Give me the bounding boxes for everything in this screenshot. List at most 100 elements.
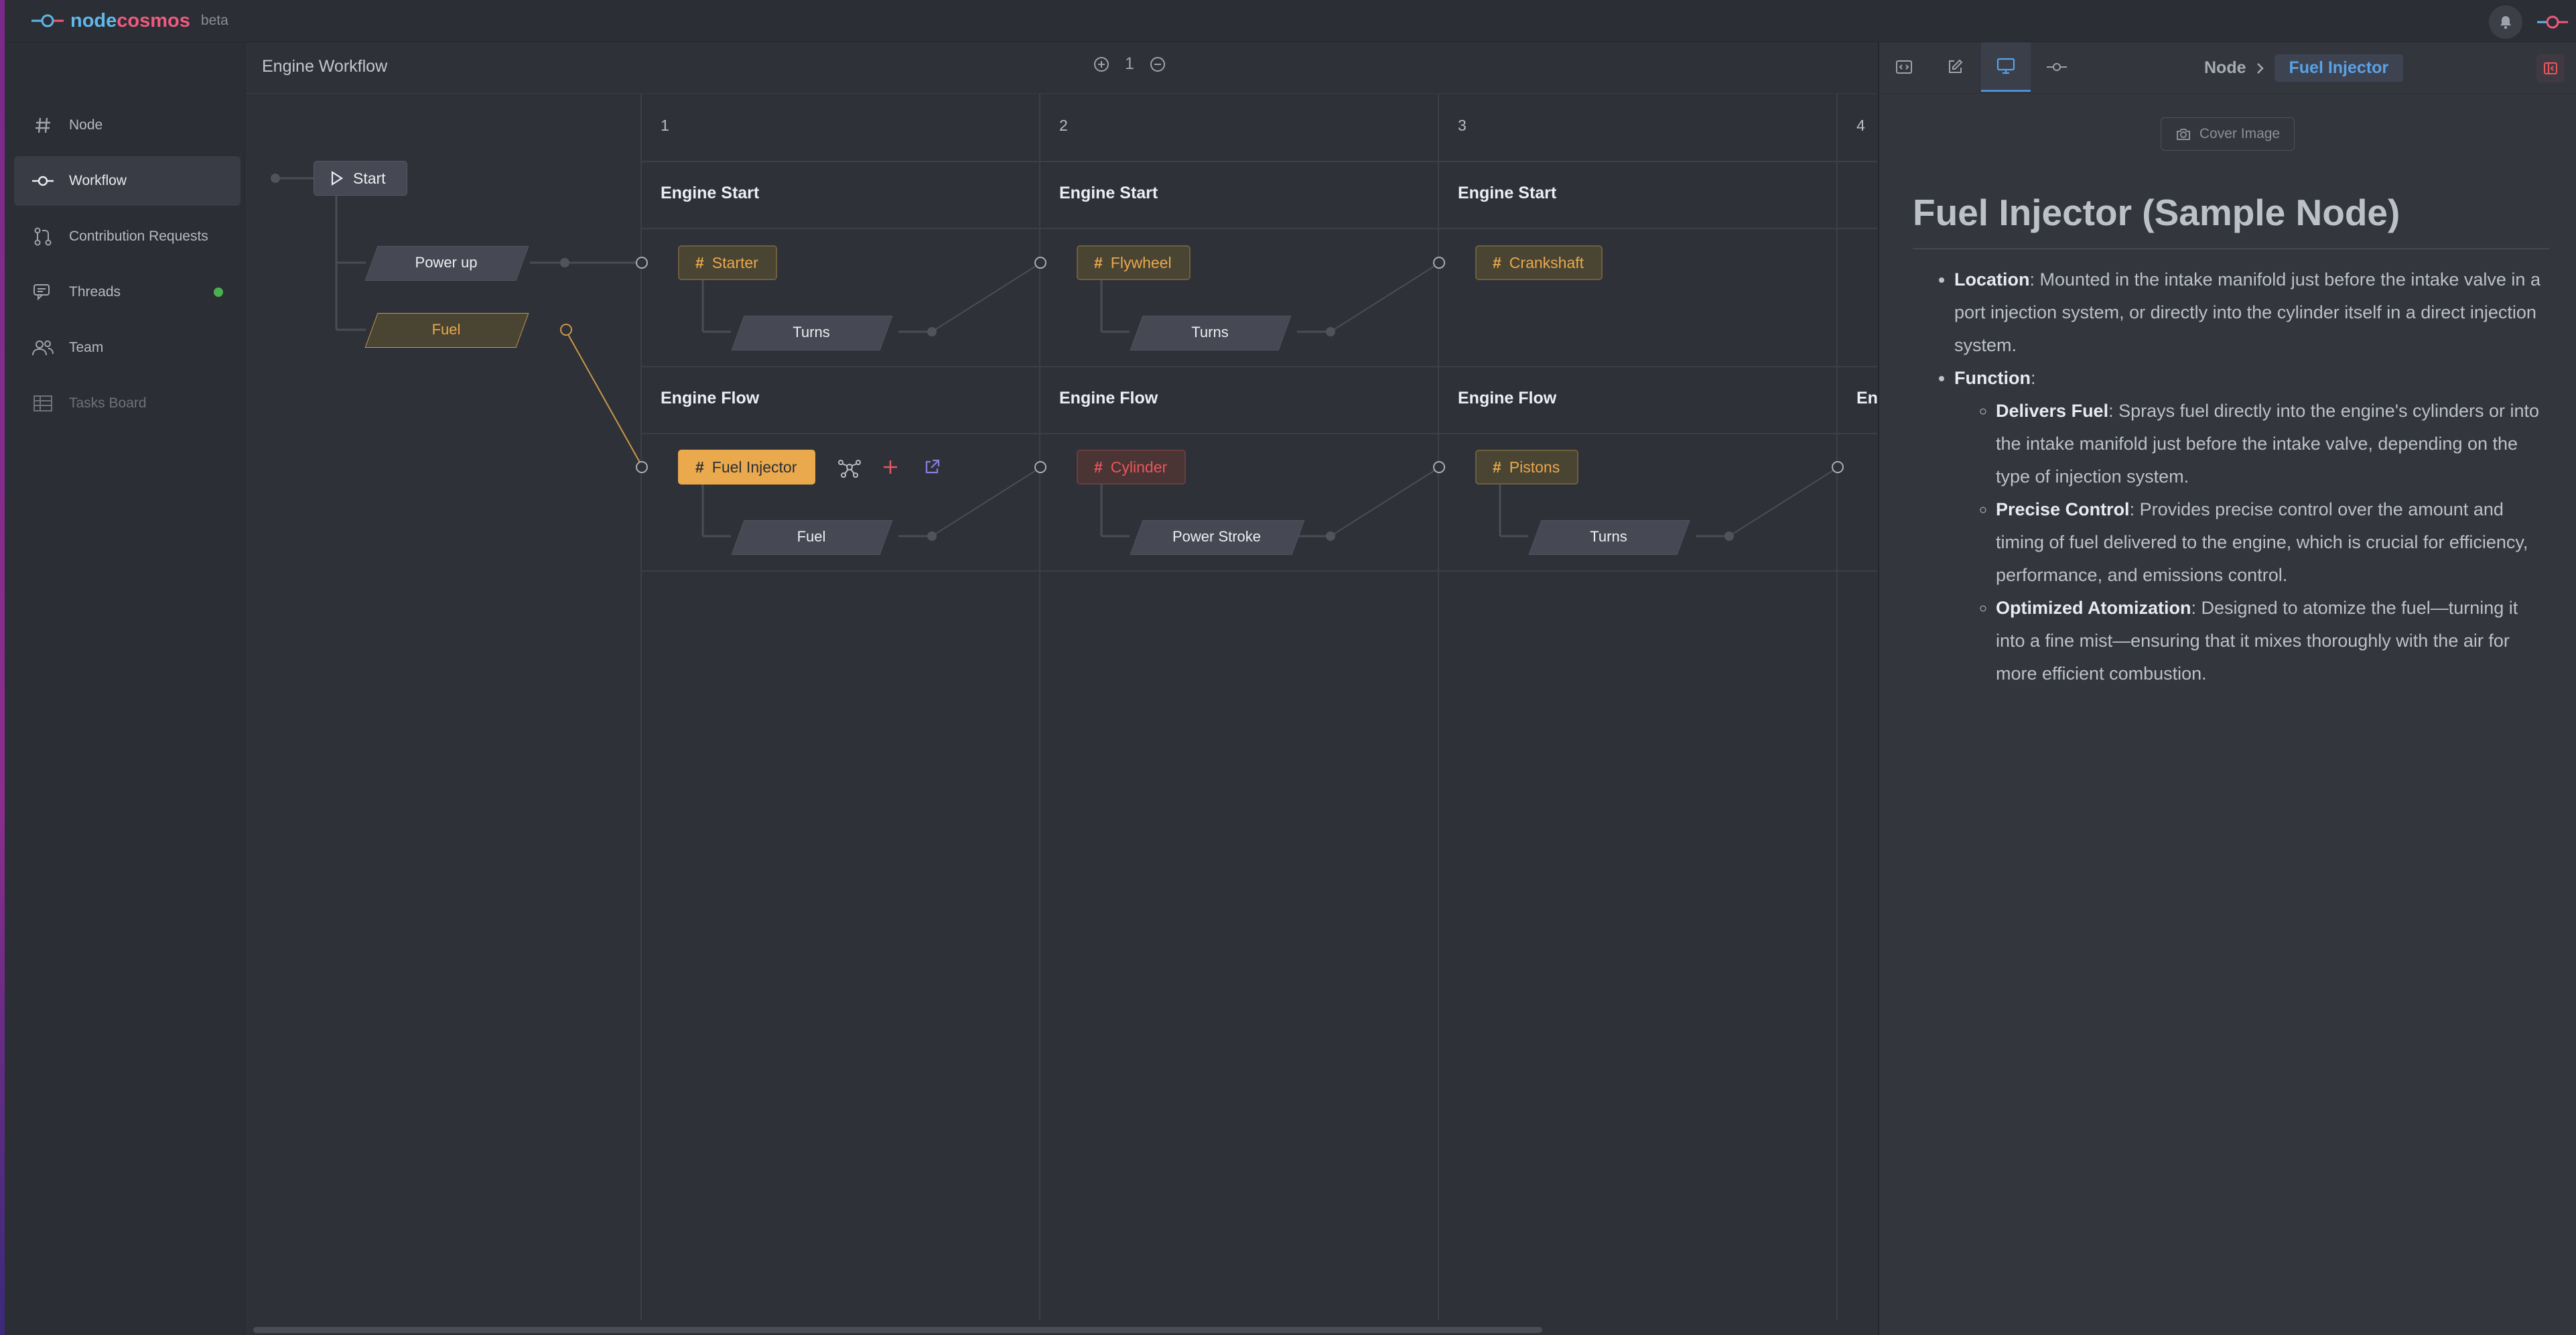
sidebar-item-threads[interactable]: Threads: [14, 267, 241, 317]
start-label: Start: [353, 169, 386, 187]
input-port[interactable]: [1034, 461, 1046, 473]
edit-icon: [1949, 59, 1963, 73]
step-name: Engine Start: [1059, 184, 1158, 202]
sidebar-item-node[interactable]: Node: [14, 101, 241, 150]
cover-image-button[interactable]: Cover Image: [2161, 117, 2295, 151]
node-label: Crankshaft: [1509, 253, 1584, 271]
zoom-in-icon[interactable]: [1093, 56, 1110, 73]
app-logo[interactable]: node cosmos beta: [30, 5, 228, 36]
breadcrumb-root[interactable]: Node: [2204, 58, 2246, 78]
input-power-up[interactable]: Power up: [371, 246, 521, 279]
tab-view[interactable]: [1981, 42, 2031, 92]
flow-dot: [1724, 531, 1734, 541]
brand-name-part2: cosmos: [117, 9, 190, 31]
flow-node-flywheel[interactable]: # Flywheel: [1077, 245, 1191, 280]
flow-node-pistons[interactable]: # Pistons: [1475, 450, 1579, 485]
beta-badge: beta: [200, 13, 228, 28]
flow-dot: [1326, 531, 1335, 541]
chat-icon: [31, 281, 54, 304]
hash-icon: #: [695, 458, 704, 476]
flow-node-fuel-injector[interactable]: # Fuel Injector: [678, 450, 816, 485]
cover-image-label: Cover Image: [2199, 126, 2281, 141]
column-divider: [1438, 94, 1439, 1320]
function-item-precise-control: Precise Control: Provides precise contro…: [1996, 493, 2549, 592]
sidebar-item-label: Tasks Board: [69, 395, 147, 411]
notifications-button[interactable]: [2489, 5, 2522, 39]
tab-workflow[interactable]: [2032, 42, 2082, 92]
step-name: En: [1856, 389, 1878, 407]
panel-collapse-icon: [2544, 62, 2557, 74]
node-title: Fuel Injector (Sample Node): [1913, 192, 2400, 233]
node-description: Location: Mounted in the intake manifold…: [1913, 263, 2549, 690]
column-number: 2: [1059, 117, 1068, 134]
flow-node-crankshaft[interactable]: # Crankshaft: [1475, 245, 1603, 280]
monitor-icon: [1996, 58, 2015, 74]
left-accent-bar: [0, 0, 5, 1335]
output-turns[interactable]: Turns: [1136, 316, 1284, 349]
hash-icon: #: [1493, 253, 1501, 271]
column-divider: [1836, 94, 1838, 1320]
sidebar-item-team[interactable]: Team: [14, 323, 241, 373]
flow-dot: [271, 174, 280, 183]
output-power-stroke[interactable]: Power Stroke: [1136, 520, 1297, 554]
output-port[interactable]: [560, 324, 572, 336]
commit-logo-icon: [2537, 15, 2568, 29]
commit-logo-icon: [31, 14, 64, 27]
input-fuel[interactable]: Fuel: [371, 313, 521, 346]
column-number: 3: [1458, 117, 1467, 134]
start-node[interactable]: Start: [314, 161, 407, 196]
add-flow-step-icon[interactable]: [837, 456, 862, 478]
node-detail-panel: Node Fuel Injector Cover Image Fuel Inje…: [1878, 42, 2576, 1335]
bell-icon: [2500, 16, 2511, 29]
tab-code[interactable]: [1879, 42, 1929, 92]
sidebar-item-tasks-board[interactable]: Tasks Board: [14, 379, 241, 428]
hash-icon: #: [1493, 458, 1501, 476]
open-node-icon[interactable]: [923, 458, 941, 476]
horizontal-scrollbar[interactable]: [253, 1327, 1542, 1333]
input-port[interactable]: [1433, 461, 1445, 473]
flow-node-starter[interactable]: # Starter: [678, 245, 777, 280]
row-divider: [640, 228, 1877, 229]
flow-dot: [560, 258, 569, 267]
step-name: Engine Flow: [1059, 389, 1158, 407]
function-item-delivers-fuel: Delivers Fuel: Sprays fuel directly into…: [1996, 395, 2549, 493]
input-port[interactable]: [636, 257, 648, 269]
panel-toolbar: Node Fuel Injector: [1879, 42, 2576, 94]
output-turns[interactable]: Turns: [738, 316, 885, 349]
sidebar-item-contribution-requests[interactable]: Contribution Requests: [14, 212, 241, 261]
flow-node-cylinder[interactable]: # Cylinder: [1077, 450, 1187, 485]
input-port[interactable]: [636, 461, 648, 473]
title-divider: [1913, 248, 2549, 249]
user-menu-button[interactable]: [2536, 7, 2569, 38]
description-item-location: Location: Mounted in the intake manifold…: [1954, 263, 2549, 362]
hash-icon: [31, 114, 54, 137]
workflow-icon: [31, 170, 54, 192]
breadcrumb-current[interactable]: Fuel Injector: [2274, 54, 2404, 82]
node-label: Starter: [711, 253, 758, 271]
step-name: Engine Flow: [1458, 389, 1557, 407]
input-port[interactable]: [1832, 461, 1844, 473]
code-icon: [1896, 60, 1912, 74]
zoom-out-icon[interactable]: [1149, 56, 1166, 73]
play-icon: [331, 171, 344, 186]
chevron-right-icon: [2256, 62, 2264, 74]
close-panel-button[interactable]: [2536, 54, 2565, 82]
column-number: 4: [1856, 117, 1865, 134]
row-divider: [640, 161, 1877, 162]
workflow-icon: [2047, 63, 2067, 71]
workflow-header: Engine Workflow 1: [245, 42, 1877, 94]
flow-dot: [927, 531, 937, 541]
column-number: 1: [661, 117, 669, 134]
output-fuel[interactable]: Fuel: [738, 520, 885, 554]
step-name: Engine Start: [1458, 184, 1557, 202]
output-turns[interactable]: Turns: [1535, 520, 1682, 554]
step-name: Engine Flow: [661, 389, 760, 407]
tab-edit[interactable]: [1930, 42, 1980, 92]
input-port[interactable]: [1034, 257, 1046, 269]
flow-dot: [1326, 327, 1335, 336]
input-port[interactable]: [1433, 257, 1445, 269]
sidebar-item-workflow[interactable]: Workflow: [14, 156, 241, 206]
add-output-icon[interactable]: [882, 458, 899, 476]
step-name: Engine Start: [661, 184, 760, 202]
row-divider: [640, 366, 1877, 367]
